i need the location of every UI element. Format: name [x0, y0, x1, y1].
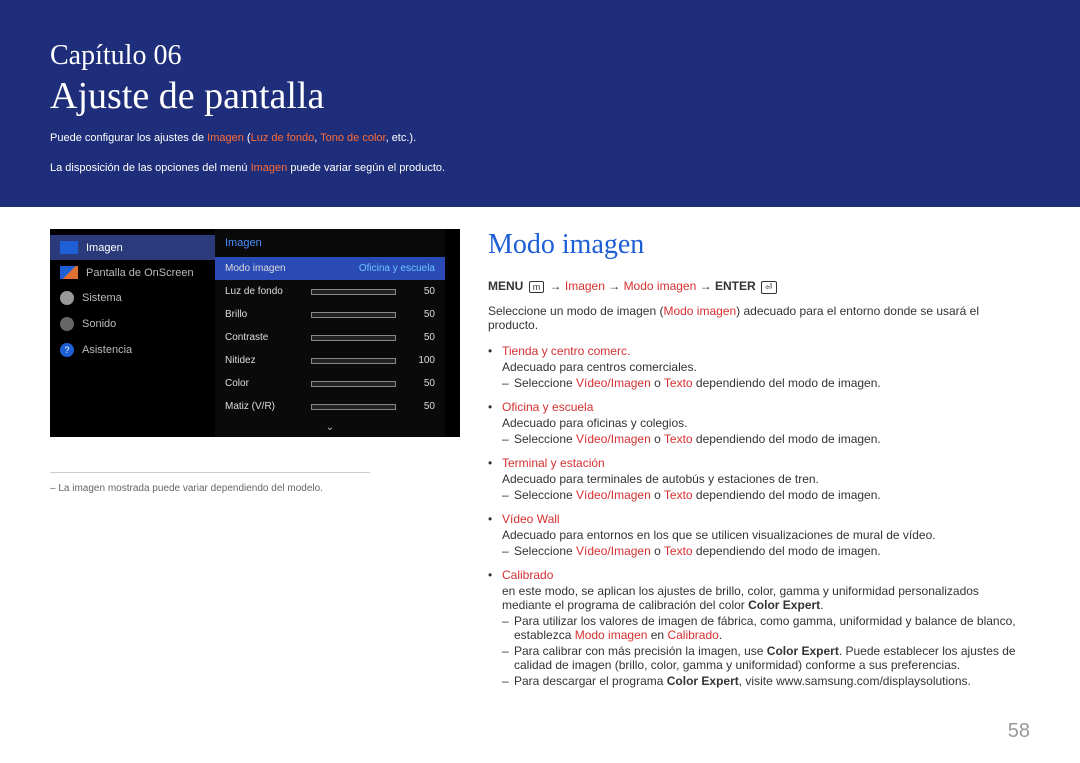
- spk-icon: [60, 317, 74, 331]
- submenu-selected-value: Oficina y escuela: [359, 263, 435, 274]
- nav-item[interactable]: ? Asistencia: [50, 337, 215, 363]
- menu-panel: Imagen Pantalla de OnScreen Sistema Sonido?…: [50, 229, 460, 437]
- submenu-row-value: 50: [410, 332, 435, 343]
- nav-item-label: Sistema: [82, 292, 122, 304]
- scr-icon: [60, 266, 78, 279]
- submenu-row-selected[interactable]: Modo imagen Oficina y escuela: [215, 257, 445, 280]
- section-title: Modo imagen: [488, 229, 1030, 261]
- mode-list: Tienda y centro comerc. Adecuado para cen…: [488, 344, 1030, 688]
- nav-item[interactable]: Sistema: [50, 285, 215, 311]
- mode-item: Tienda y centro comerc. Adecuado para cen…: [488, 344, 1030, 390]
- slider-bar: [311, 312, 396, 318]
- submenu-row[interactable]: Matiz (V/R) 50: [215, 395, 445, 418]
- section-description: Seleccione un modo de imagen (Modo image…: [488, 304, 1030, 332]
- submenu-row-label: Matiz (V/R): [225, 401, 297, 412]
- submenu-row-value: 50: [410, 286, 435, 297]
- mode-select-line: Seleccione Vídeo/Imagen o Texto dependie…: [502, 376, 1030, 390]
- banner: Capítulo 06 Ajuste de pantalla Puede con…: [0, 0, 1080, 207]
- menu-path: MENU m → Imagen → Modo imagen → ENTER ⏎: [488, 279, 1030, 294]
- submenu-row[interactable]: Color 50: [215, 372, 445, 395]
- slider-bar: [311, 335, 396, 341]
- mode-desc: Adecuado para terminales de autobús y es…: [502, 472, 1030, 486]
- submenu-row[interactable]: Luz de fondo 50: [215, 280, 445, 303]
- nav-item-label: Asistencia: [82, 344, 132, 356]
- submenu-row-value: 50: [410, 378, 435, 389]
- menu-icon: m: [529, 281, 545, 293]
- slider-bar: [311, 289, 396, 295]
- submenu-row[interactable]: Contraste 50: [215, 326, 445, 349]
- mode-select-line: Seleccione Vídeo/Imagen o Texto dependie…: [502, 432, 1030, 446]
- page-title: Ajuste de pantalla: [50, 74, 1030, 118]
- submenu-row-value: 50: [410, 309, 435, 320]
- blue-icon: [60, 241, 78, 254]
- mode-name: Terminal y estación: [502, 456, 605, 470]
- submenu-header: Imagen: [215, 229, 445, 257]
- nav-item[interactable]: Imagen: [50, 235, 215, 260]
- mode-name: Calibrado: [502, 568, 553, 582]
- slider-bar: [311, 381, 396, 387]
- enter-icon: ⏎: [761, 281, 777, 294]
- mode-desc: en este modo, se aplican los ajustes de …: [502, 584, 1030, 612]
- submenu-row-value: 100: [410, 355, 435, 366]
- intro-line-2: La disposición de las opciones del menú …: [50, 160, 1030, 178]
- mode-item: Oficina y escuela Adecuado para oficinas …: [488, 400, 1030, 446]
- nav-item[interactable]: Pantalla de OnScreen: [50, 260, 215, 285]
- menu-submenu: Imagen Modo imagen Oficina y escuela Luz…: [215, 229, 445, 437]
- mode-select-line: Seleccione Vídeo/Imagen o Texto dependie…: [502, 488, 1030, 502]
- menu-nav: Imagen Pantalla de OnScreen Sistema Sonido?…: [50, 229, 215, 437]
- chapter-label: Capítulo 06: [50, 40, 1030, 72]
- calibrado-bullet: Para descargar el programa Color Expert,…: [502, 674, 1030, 688]
- submenu-row[interactable]: Brillo 50: [215, 303, 445, 326]
- chevron-down-icon[interactable]: ⌄: [215, 418, 445, 437]
- mode-desc: Adecuado para centros comerciales.: [502, 360, 1030, 374]
- q-icon: ?: [60, 343, 74, 357]
- nav-item-label: Sonido: [82, 318, 116, 330]
- footnote: – La imagen mostrada puede variar depend…: [50, 472, 370, 494]
- submenu-row-label: Contraste: [225, 332, 297, 343]
- mode-select-line: Seleccione Vídeo/Imagen o Texto dependie…: [502, 544, 1030, 558]
- submenu-row-label: Nitidez: [225, 355, 297, 366]
- nav-item-label: Imagen: [86, 242, 123, 254]
- submenu-row-label: Color: [225, 378, 297, 389]
- mode-name: Oficina y escuela: [502, 400, 593, 414]
- slider-bar: [311, 358, 396, 364]
- calibrado-bullet: Para calibrar con más precisión la image…: [502, 644, 1030, 672]
- calibrado-bullet: Para utilizar los valores de imagen de f…: [502, 614, 1030, 642]
- mode-item-calibrado: Calibrado en este modo, se aplican los aj…: [488, 568, 1030, 688]
- nav-item-label: Pantalla de OnScreen: [86, 267, 194, 279]
- submenu-selected-label: Modo imagen: [225, 263, 286, 274]
- submenu-row[interactable]: Nitidez 100: [215, 349, 445, 372]
- mode-name: Tienda y centro comerc.: [502, 344, 630, 358]
- mode-item: Terminal y estación Adecuado para termina…: [488, 456, 1030, 502]
- mode-desc: Adecuado para entornos en los que se uti…: [502, 528, 1030, 542]
- page-number: 58: [1008, 720, 1030, 743]
- submenu-row-label: Luz de fondo: [225, 286, 297, 297]
- slider-bar: [311, 404, 396, 410]
- gear-icon: [60, 291, 74, 305]
- mode-item: Vídeo Wall Adecuado para entornos en los …: [488, 512, 1030, 558]
- submenu-row-label: Brillo: [225, 309, 297, 320]
- mode-name: Vídeo Wall: [502, 512, 560, 526]
- mode-desc: Adecuado para oficinas y colegios.: [502, 416, 1030, 430]
- intro-line-1: Puede configurar los ajustes de Imagen (…: [50, 130, 1030, 148]
- submenu-row-value: 50: [410, 401, 435, 412]
- nav-item[interactable]: Sonido: [50, 311, 215, 337]
